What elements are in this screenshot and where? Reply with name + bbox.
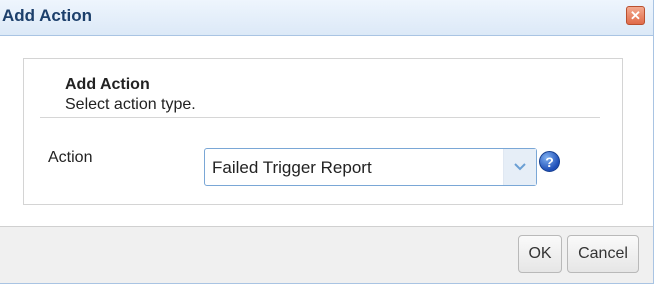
add-action-dialog: Add Action ✕ Add Action Select action ty… [0, 0, 654, 284]
dialog-title: Add Action [2, 6, 93, 25]
action-panel: Add Action Select action type. Action Fa… [23, 58, 623, 205]
chevron-down-icon[interactable] [503, 149, 536, 185]
cancel-button[interactable]: Cancel [567, 235, 639, 273]
action-select-value: Failed Trigger Report [212, 158, 372, 177]
panel-subheading: Select action type. [65, 96, 196, 113]
help-icon[interactable]: ? [539, 151, 560, 172]
ok-button[interactable]: OK [518, 235, 562, 273]
panel-heading: Add Action [65, 76, 150, 93]
action-select[interactable]: Failed Trigger Report [204, 148, 537, 186]
panel-divider [40, 117, 600, 118]
action-label: Action [48, 149, 93, 166]
dialog-footer: OK Cancel [0, 226, 653, 283]
close-icon[interactable]: ✕ [626, 6, 645, 25]
dialog-titlebar: Add Action ✕ [0, 0, 653, 36]
